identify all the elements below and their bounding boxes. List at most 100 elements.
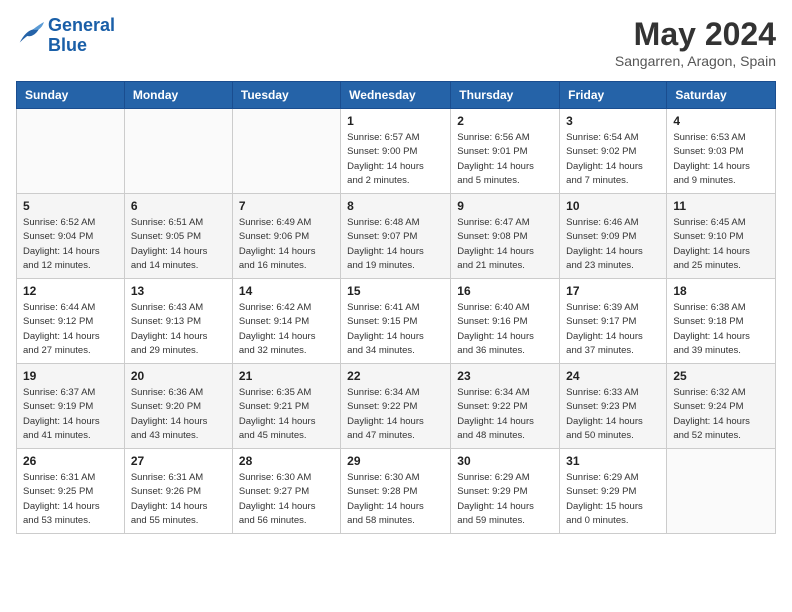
day-number: 16 — [457, 284, 553, 298]
day-number: 11 — [673, 199, 769, 213]
header-monday: Monday — [124, 82, 232, 109]
month-title: May 2024 — [615, 16, 776, 53]
day-number: 19 — [23, 369, 118, 383]
calendar-cell: 12 Sunrise: 6:44 AM Sunset: 9:12 PM Dayli… — [17, 279, 125, 364]
calendar-cell: 7 Sunrise: 6:49 AM Sunset: 9:06 PM Daylig… — [232, 194, 340, 279]
logo: General Blue — [16, 16, 115, 56]
day-info: Sunrise: 6:32 AM Sunset: 9:24 PM Dayligh… — [673, 386, 769, 443]
calendar-cell: 15Sunrise: 6:41 AM Sunset: 9:15 PM Dayli… — [341, 279, 451, 364]
day-info: Sunrise: 6:33 AM Sunset: 9:23 PM Dayligh… — [566, 386, 660, 443]
calendar-cell: 25 Sunrise: 6:32 AM Sunset: 9:24 PM Dayli… — [667, 364, 776, 449]
calendar-cell: 27Sunrise: 6:31 AM Sunset: 9:26 PM Dayli… — [124, 449, 232, 534]
calendar-cell: 8 Sunrise: 6:48 AM Sunset: 9:07 PM Daylig… — [341, 194, 451, 279]
title-block: May 2024 Sangarren, Aragon, Spain — [615, 16, 776, 69]
calendar-cell — [17, 109, 125, 194]
calendar-cell: 17 Sunrise: 6:39 AM Sunset: 9:17 PM Dayli… — [560, 279, 667, 364]
header-thursday: Thursday — [451, 82, 560, 109]
day-info: Sunrise: 6:57 AM Sunset: 9:00 PM Dayligh… — [347, 131, 444, 188]
day-number: 31 — [566, 454, 660, 468]
day-number: 21 — [239, 369, 334, 383]
day-info: Sunrise: 6:56 AM Sunset: 9:01 PM Dayligh… — [457, 131, 553, 188]
day-number: 9 — [457, 199, 553, 213]
calendar-cell: 2 Sunrise: 6:56 AM Sunset: 9:01 PM Daylig… — [451, 109, 560, 194]
day-number: 23 — [457, 369, 553, 383]
calendar-cell: 13 Sunrise: 6:43 AM Sunset: 9:13 PM Dayli… — [124, 279, 232, 364]
day-number: 8 — [347, 199, 444, 213]
day-number: 24 — [566, 369, 660, 383]
calendar-cell: 26 Sunrise: 6:31 AM Sunset: 9:25 PM Dayli… — [17, 449, 125, 534]
day-info: Sunrise: 6:38 AM Sunset: 9:18 PM Dayligh… — [673, 301, 769, 358]
day-info: Sunrise: 6:29 AM Sunset: 9:29 PM Dayligh… — [566, 471, 660, 528]
calendar-cell: 18Sunrise: 6:38 AM Sunset: 9:18 PM Dayli… — [667, 279, 776, 364]
day-info: Sunrise: 6:34 AM Sunset: 9:22 PM Dayligh… — [457, 386, 553, 443]
calendar-cell: 24 Sunrise: 6:33 AM Sunset: 9:23 PM Dayli… — [560, 364, 667, 449]
calendar-cell: 5 Sunrise: 6:52 AM Sunset: 9:04 PM Daylig… — [17, 194, 125, 279]
calendar-cell: 14Sunrise: 6:42 AM Sunset: 9:14 PM Dayli… — [232, 279, 340, 364]
day-number: 25 — [673, 369, 769, 383]
day-info: Sunrise: 6:53 AM Sunset: 9:03 PM Dayligh… — [673, 131, 769, 188]
calendar-header-row: SundayMondayTuesdayWednesdayThursdayFrid… — [17, 82, 776, 109]
calendar-cell: 28Sunrise: 6:30 AM Sunset: 9:27 PM Dayli… — [232, 449, 340, 534]
calendar-cell: 23 Sunrise: 6:34 AM Sunset: 9:22 PM Dayli… — [451, 364, 560, 449]
day-number: 1 — [347, 114, 444, 128]
logo-text: General Blue — [48, 16, 115, 56]
day-info: Sunrise: 6:43 AM Sunset: 9:13 PM Dayligh… — [131, 301, 226, 358]
day-number: 20 — [131, 369, 226, 383]
day-number: 27 — [131, 454, 226, 468]
calendar-cell — [667, 449, 776, 534]
calendar-cell: 20 Sunrise: 6:36 AM Sunset: 9:20 PM Dayli… — [124, 364, 232, 449]
day-number: 26 — [23, 454, 118, 468]
day-info: Sunrise: 6:45 AM Sunset: 9:10 PM Dayligh… — [673, 216, 769, 273]
calendar-week-3: 12 Sunrise: 6:44 AM Sunset: 9:12 PM Dayli… — [17, 279, 776, 364]
calendar-cell: 10 Sunrise: 6:46 AM Sunset: 9:09 PM Dayli… — [560, 194, 667, 279]
calendar-week-5: 26 Sunrise: 6:31 AM Sunset: 9:25 PM Dayli… — [17, 449, 776, 534]
day-info: Sunrise: 6:44 AM Sunset: 9:12 PM Dayligh… — [23, 301, 118, 358]
calendar-week-1: 1 Sunrise: 6:57 AM Sunset: 9:00 PM Daylig… — [17, 109, 776, 194]
day-info: Sunrise: 6:54 AM Sunset: 9:02 PM Dayligh… — [566, 131, 660, 188]
calendar-cell: 22Sunrise: 6:34 AM Sunset: 9:22 PM Dayli… — [341, 364, 451, 449]
day-number: 5 — [23, 199, 118, 213]
day-info: Sunrise: 6:52 AM Sunset: 9:04 PM Dayligh… — [23, 216, 118, 273]
day-info: Sunrise: 6:30 AM Sunset: 9:28 PM Dayligh… — [347, 471, 444, 528]
day-info: Sunrise: 6:47 AM Sunset: 9:08 PM Dayligh… — [457, 216, 553, 273]
day-number: 10 — [566, 199, 660, 213]
day-number: 3 — [566, 114, 660, 128]
day-info: Sunrise: 6:39 AM Sunset: 9:17 PM Dayligh… — [566, 301, 660, 358]
day-info: Sunrise: 6:35 AM Sunset: 9:21 PM Dayligh… — [239, 386, 334, 443]
logo-icon — [16, 22, 44, 50]
calendar-week-2: 5 Sunrise: 6:52 AM Sunset: 9:04 PM Daylig… — [17, 194, 776, 279]
day-number: 6 — [131, 199, 226, 213]
day-number: 28 — [239, 454, 334, 468]
calendar-cell: 4Sunrise: 6:53 AM Sunset: 9:03 PM Daylig… — [667, 109, 776, 194]
day-info: Sunrise: 6:48 AM Sunset: 9:07 PM Dayligh… — [347, 216, 444, 273]
day-info: Sunrise: 6:46 AM Sunset: 9:09 PM Dayligh… — [566, 216, 660, 273]
day-number: 2 — [457, 114, 553, 128]
calendar-cell: 31 Sunrise: 6:29 AM Sunset: 9:29 PM Dayli… — [560, 449, 667, 534]
day-number: 7 — [239, 199, 334, 213]
calendar-cell: 1 Sunrise: 6:57 AM Sunset: 9:00 PM Daylig… — [341, 109, 451, 194]
location: Sangarren, Aragon, Spain — [615, 53, 776, 69]
header-tuesday: Tuesday — [232, 82, 340, 109]
header-wednesday: Wednesday — [341, 82, 451, 109]
day-number: 30 — [457, 454, 553, 468]
calendar-cell: 11 Sunrise: 6:45 AM Sunset: 9:10 PM Dayli… — [667, 194, 776, 279]
day-number: 15 — [347, 284, 444, 298]
day-info: Sunrise: 6:36 AM Sunset: 9:20 PM Dayligh… — [131, 386, 226, 443]
calendar-cell — [232, 109, 340, 194]
day-info: Sunrise: 6:37 AM Sunset: 9:19 PM Dayligh… — [23, 386, 118, 443]
calendar-week-4: 19 Sunrise: 6:37 AM Sunset: 9:19 PM Dayli… — [17, 364, 776, 449]
day-number: 29 — [347, 454, 444, 468]
header-friday: Friday — [560, 82, 667, 109]
day-number: 13 — [131, 284, 226, 298]
calendar-cell: 21 Sunrise: 6:35 AM Sunset: 9:21 PM Dayli… — [232, 364, 340, 449]
day-info: Sunrise: 6:51 AM Sunset: 9:05 PM Dayligh… — [131, 216, 226, 273]
day-info: Sunrise: 6:42 AM Sunset: 9:14 PM Dayligh… — [239, 301, 334, 358]
day-info: Sunrise: 6:49 AM Sunset: 9:06 PM Dayligh… — [239, 216, 334, 273]
calendar-cell: 29 Sunrise: 6:30 AM Sunset: 9:28 PM Dayli… — [341, 449, 451, 534]
day-number: 17 — [566, 284, 660, 298]
header-saturday: Saturday — [667, 82, 776, 109]
day-info: Sunrise: 6:31 AM Sunset: 9:25 PM Dayligh… — [23, 471, 118, 528]
day-info: Sunrise: 6:40 AM Sunset: 9:16 PM Dayligh… — [457, 301, 553, 358]
day-number: 12 — [23, 284, 118, 298]
header-sunday: Sunday — [17, 82, 125, 109]
